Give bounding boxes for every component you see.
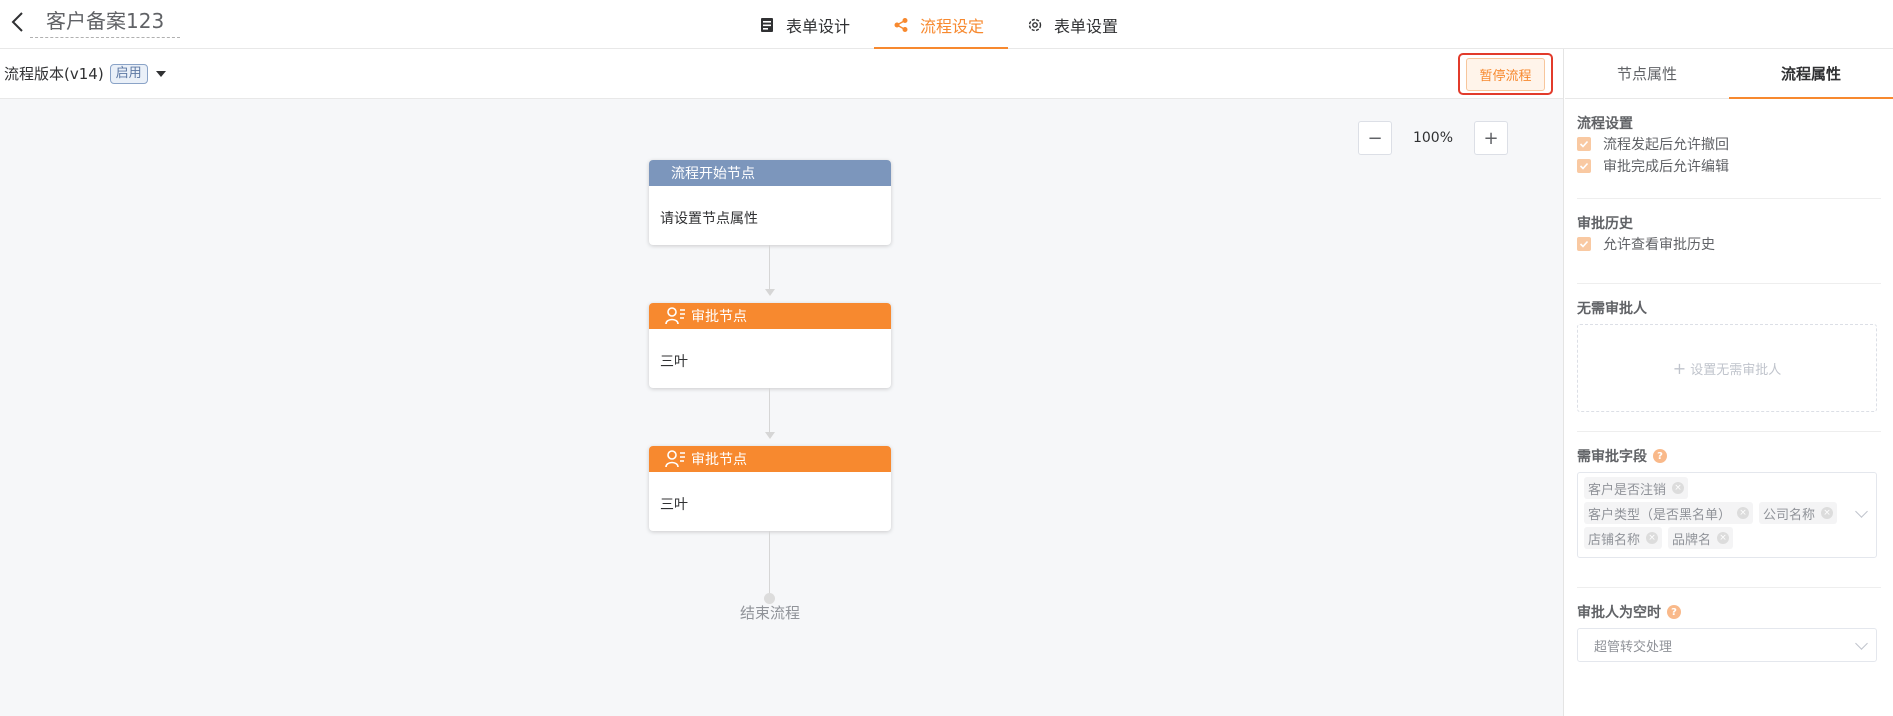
tab-flow-properties[interactable]: 流程属性 xyxy=(1729,49,1893,99)
flow-icon xyxy=(892,16,910,34)
node-header: 审批节点 xyxy=(649,303,891,329)
tab-label: 表单设置 xyxy=(1054,16,1119,36)
node-header-label: 审批节点 xyxy=(691,452,747,468)
option-label: 允许查看审批历史 xyxy=(1603,237,1715,253)
gear-icon xyxy=(1026,16,1044,34)
connector-line xyxy=(769,388,770,434)
form-icon xyxy=(758,16,776,34)
close-icon[interactable]: × xyxy=(1821,507,1834,519)
approval-fields-select[interactable]: 客户是否注销 × 客户类型（是否黑名单） × 公司名称 × 店铺名称 × 品牌名 × xyxy=(1577,472,1877,558)
checkbox-checked[interactable] xyxy=(1577,137,1591,151)
field-tag: 客户类型（是否黑名单） × xyxy=(1584,502,1754,524)
help-icon[interactable]: ? xyxy=(1653,449,1667,463)
option-view-history[interactable]: 允许查看审批历史 xyxy=(1577,233,1881,255)
tag-label: 客户类型（是否黑名单） xyxy=(1588,507,1732,523)
main-tabs: 表单设计 流程设定 表单设置 xyxy=(740,0,1142,50)
close-icon[interactable]: × xyxy=(1737,507,1750,519)
checkbox-checked[interactable] xyxy=(1577,159,1591,173)
zoom-controls: − 100% + xyxy=(1358,121,1508,155)
option-allow-edit[interactable]: 审批完成后允许编辑 xyxy=(1577,155,1881,177)
section-title-text: 需审批字段 xyxy=(1577,449,1647,465)
flow-toolbar: 流程版本(v14) 启用 暂停流程 xyxy=(0,49,1563,99)
close-icon[interactable]: × xyxy=(1717,532,1730,544)
section-title: 审批历史 xyxy=(1577,216,1633,232)
node-header-label: 审批节点 xyxy=(691,309,747,325)
tag-label: 公司名称 xyxy=(1763,507,1816,523)
status-badge: 启用 xyxy=(109,63,148,84)
pause-flow-label: 暂停流程 xyxy=(1466,57,1545,91)
connector-line xyxy=(769,531,770,597)
field-tag: 公司名称 × xyxy=(1759,502,1838,524)
back-arrow-icon[interactable] xyxy=(8,10,28,34)
node-header: 审批节点 xyxy=(649,446,891,472)
zoom-out-button[interactable]: − xyxy=(1358,121,1392,155)
option-allow-withdraw[interactable]: 流程发起后允许撤回 xyxy=(1577,133,1881,155)
field-tag: 店铺名称 × xyxy=(1584,527,1663,549)
select-value: 超管转交处理 xyxy=(1594,639,1673,655)
section-title: 需审批字段 ? xyxy=(1577,432,1881,466)
empty-approver-select[interactable]: 超管转交处理 xyxy=(1577,628,1877,662)
node-body: 三叶 xyxy=(660,354,688,370)
option-label: 审批完成后允许编辑 xyxy=(1603,159,1729,175)
caret-down-icon[interactable] xyxy=(155,70,166,77)
zoom-in-button[interactable]: + xyxy=(1474,121,1508,155)
help-icon[interactable]: ? xyxy=(1667,605,1681,619)
node-body: 请设置节点属性 xyxy=(660,211,758,227)
approver-icon xyxy=(665,450,687,468)
add-label: 设置无需审批人 xyxy=(1690,362,1782,378)
section-title-text: 审批人为空时 xyxy=(1577,605,1661,621)
connector-line xyxy=(769,245,770,291)
connector-arrow xyxy=(765,289,775,296)
pause-flow-button[interactable]: 暂停流程 xyxy=(1458,53,1553,95)
tag-label: 店铺名称 xyxy=(1588,532,1641,548)
tab-label: 表单设计 xyxy=(786,16,851,36)
chevron-down-icon xyxy=(1855,637,1868,650)
flow-settings-section: 流程设置 流程发起后允许撤回 审批完成后允许编辑 xyxy=(1577,99,1881,199)
tag-label: 品牌名 xyxy=(1672,532,1712,548)
field-tag: 客户是否注销 × xyxy=(1584,477,1689,499)
connector-arrow xyxy=(765,432,775,439)
zoom-level: 100% xyxy=(1412,130,1454,146)
approval-fields-section: 需审批字段 ? 客户是否注销 × 客户类型（是否黑名单） × 公司名称 × 店铺名称 ×… xyxy=(1577,432,1881,588)
no-approver-section: 无需审批人 + 设置无需审批人 xyxy=(1577,284,1881,432)
section-title: 无需审批人 xyxy=(1577,301,1647,317)
close-icon[interactable]: × xyxy=(1646,532,1659,544)
panel-tabs: 节点属性 流程属性 xyxy=(1565,49,1893,99)
tag-label: 客户是否注销 xyxy=(1588,482,1667,498)
node-header: 流程开始节点 xyxy=(649,160,891,186)
close-icon[interactable]: × xyxy=(1672,482,1685,494)
tab-form-settings[interactable]: 表单设置 xyxy=(1008,0,1142,49)
tab-node-properties[interactable]: 节点属性 xyxy=(1565,49,1729,98)
flow-canvas[interactable]: 流程版本(v14) 启用 暂停流程 − 100% + 流程开始节点 请设置节点属… xyxy=(0,49,1564,716)
version-label: 流程版本(v14) xyxy=(4,65,104,83)
approval-node[interactable]: 审批节点 三叶 xyxy=(649,446,891,531)
field-tag: 品牌名 × xyxy=(1668,527,1734,549)
end-flow-label: 结束流程 xyxy=(739,604,800,622)
checkbox-checked[interactable] xyxy=(1577,237,1591,251)
tab-label: 流程设定 xyxy=(920,16,985,36)
tab-flow-settings[interactable]: 流程设定 xyxy=(874,0,1009,50)
section-title: 审批人为空时 ? xyxy=(1577,588,1881,622)
option-label: 流程发起后允许撤回 xyxy=(1603,137,1729,153)
section-title: 流程设置 xyxy=(1577,116,1633,132)
node-body: 三叶 xyxy=(660,497,688,513)
tab-form-design[interactable]: 表单设计 xyxy=(740,0,874,49)
version-selector[interactable]: 流程版本(v14) 启用 xyxy=(4,63,166,84)
top-header: 客户备案123 表单设计 流程设定 表单设置 xyxy=(0,0,1893,50)
add-no-approver-button[interactable]: + 设置无需审批人 xyxy=(1577,324,1877,412)
flow-start-node[interactable]: 流程开始节点 请设置节点属性 xyxy=(649,160,891,245)
empty-approver-section: 审批人为空时 ? 超管转交处理 xyxy=(1577,588,1881,662)
approval-node[interactable]: 审批节点 三叶 xyxy=(649,303,891,388)
plus-icon: + xyxy=(1672,358,1687,378)
approver-icon xyxy=(665,307,687,325)
properties-panel: 节点属性 流程属性 流程设置 流程发起后允许撤回 审批完成后允许编辑 审批历史 … xyxy=(1565,49,1893,716)
page-title[interactable]: 客户备案123 xyxy=(30,6,181,38)
approval-history-section: 审批历史 允许查看审批历史 xyxy=(1577,199,1881,284)
